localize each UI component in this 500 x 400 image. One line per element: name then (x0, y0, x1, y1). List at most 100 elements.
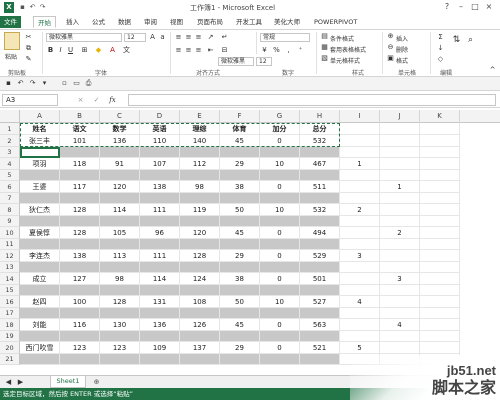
cell[interactable] (60, 331, 100, 342)
cell[interactable] (180, 308, 220, 319)
cell[interactable] (420, 239, 460, 250)
conditional-format-button[interactable]: 条件格式 (330, 34, 354, 43)
cell[interactable]: 128 (180, 250, 220, 262)
cell[interactable] (420, 262, 460, 273)
clear-icon[interactable]: ◇ (436, 55, 445, 64)
cell[interactable]: 563 (300, 319, 340, 331)
cell[interactable]: 467 (300, 158, 340, 170)
cell[interactable] (180, 216, 220, 227)
cell[interactable]: 123 (100, 342, 140, 354)
cell[interactable] (220, 147, 260, 158)
cell[interactable] (420, 331, 460, 342)
maximize-icon[interactable]: □ (468, 1, 482, 13)
cell[interactable] (300, 147, 340, 158)
cell[interactable] (380, 342, 420, 354)
cell[interactable]: 45 (220, 135, 260, 147)
undo-icon[interactable]: ↶ (16, 79, 25, 88)
cell[interactable] (340, 227, 380, 239)
cell[interactable]: 10 (260, 158, 300, 170)
cell[interactable] (420, 135, 460, 147)
cell[interactable] (300, 193, 340, 204)
cell[interactable] (380, 204, 420, 216)
cell[interactable]: 29 (220, 342, 260, 354)
cell[interactable] (300, 239, 340, 250)
row-header[interactable]: 3 (0, 147, 20, 158)
cell[interactable] (380, 262, 420, 273)
cell[interactable]: 1 (380, 181, 420, 193)
cell[interactable] (420, 170, 460, 181)
cell[interactable] (180, 331, 220, 342)
cell[interactable] (100, 147, 140, 158)
cell[interactable] (420, 181, 460, 193)
merge-center-icon[interactable]: ⊟ (220, 46, 229, 55)
cell[interactable]: 136 (100, 135, 140, 147)
cell[interactable]: 姓名 (20, 123, 60, 135)
cell[interactable] (380, 135, 420, 147)
tab-powerpivot[interactable]: POWERPIVOT (310, 16, 361, 28)
cell[interactable] (140, 170, 180, 181)
cell[interactable]: 赵四 (20, 296, 60, 308)
cell[interactable] (380, 250, 420, 262)
new-file-icon[interactable]: ▫ (60, 79, 69, 88)
row-header[interactable]: 2 (0, 135, 20, 147)
cancel-entry-icon[interactable]: × (76, 96, 85, 105)
row-header[interactable]: 11 (0, 239, 20, 250)
align-left-icon[interactable]: ≡ (174, 46, 183, 55)
tab-view[interactable]: 视图 (166, 16, 187, 28)
cell[interactable] (60, 354, 100, 365)
cell[interactable]: 0 (260, 135, 300, 147)
cell[interactable]: 117 (60, 181, 100, 193)
cell[interactable]: 96 (140, 227, 180, 239)
cell[interactable]: 张三丰 (20, 135, 60, 147)
find-select-icon[interactable]: ⌕ (466, 36, 475, 45)
cell[interactable]: 0 (260, 273, 300, 285)
formula-input[interactable] (128, 94, 496, 106)
cell[interactable] (420, 285, 460, 296)
cell[interactable]: 532 (300, 135, 340, 147)
cell[interactable]: 118 (60, 158, 100, 170)
table-format-button[interactable]: 套用表格格式 (330, 45, 366, 54)
cell[interactable]: 总分 (300, 123, 340, 135)
inline-size-select[interactable]: 12 (256, 57, 272, 66)
cell[interactable]: 45 (220, 319, 260, 331)
cell[interactable]: 刘能 (20, 319, 60, 331)
cell[interactable] (300, 308, 340, 319)
cell[interactable]: 105 (100, 227, 140, 239)
cell[interactable]: 10 (260, 296, 300, 308)
cell[interactable] (420, 308, 460, 319)
cell[interactable] (260, 331, 300, 342)
cell[interactable]: 521 (300, 342, 340, 354)
cell[interactable] (340, 308, 380, 319)
cell[interactable]: 4 (340, 296, 380, 308)
cell[interactable] (340, 170, 380, 181)
cell[interactable] (380, 239, 420, 250)
row-header[interactable]: 12 (0, 250, 20, 262)
cell[interactable] (340, 193, 380, 204)
cell[interactable] (60, 239, 100, 250)
cell[interactable]: 130 (100, 319, 140, 331)
cell[interactable] (340, 181, 380, 193)
column-header-a[interactable]: A (20, 110, 60, 123)
row-header[interactable]: 1 (0, 123, 20, 135)
tab-page-layout[interactable]: 页面布局 (193, 16, 227, 28)
cell[interactable] (180, 285, 220, 296)
cell[interactable] (220, 308, 260, 319)
cell[interactable] (60, 308, 100, 319)
column-header-i[interactable]: I (340, 110, 380, 123)
row-header[interactable]: 15 (0, 285, 20, 296)
cell[interactable]: 王婆 (20, 181, 60, 193)
cell[interactable] (20, 170, 60, 181)
percent-icon[interactable]: % (272, 46, 281, 55)
save-icon[interactable]: ▪ (18, 3, 27, 12)
cell[interactable] (220, 262, 260, 273)
cell[interactable] (180, 170, 220, 181)
cell[interactable]: 38 (220, 273, 260, 285)
tab-home[interactable]: 开始 (33, 16, 56, 28)
column-header-c[interactable]: C (100, 110, 140, 123)
cell[interactable] (260, 170, 300, 181)
align-right-icon[interactable]: ≡ (194, 46, 203, 55)
cell[interactable] (20, 239, 60, 250)
active-cell-a3[interactable] (20, 147, 60, 158)
currency-icon[interactable]: ¥ (260, 46, 269, 55)
cell[interactable] (60, 147, 100, 158)
